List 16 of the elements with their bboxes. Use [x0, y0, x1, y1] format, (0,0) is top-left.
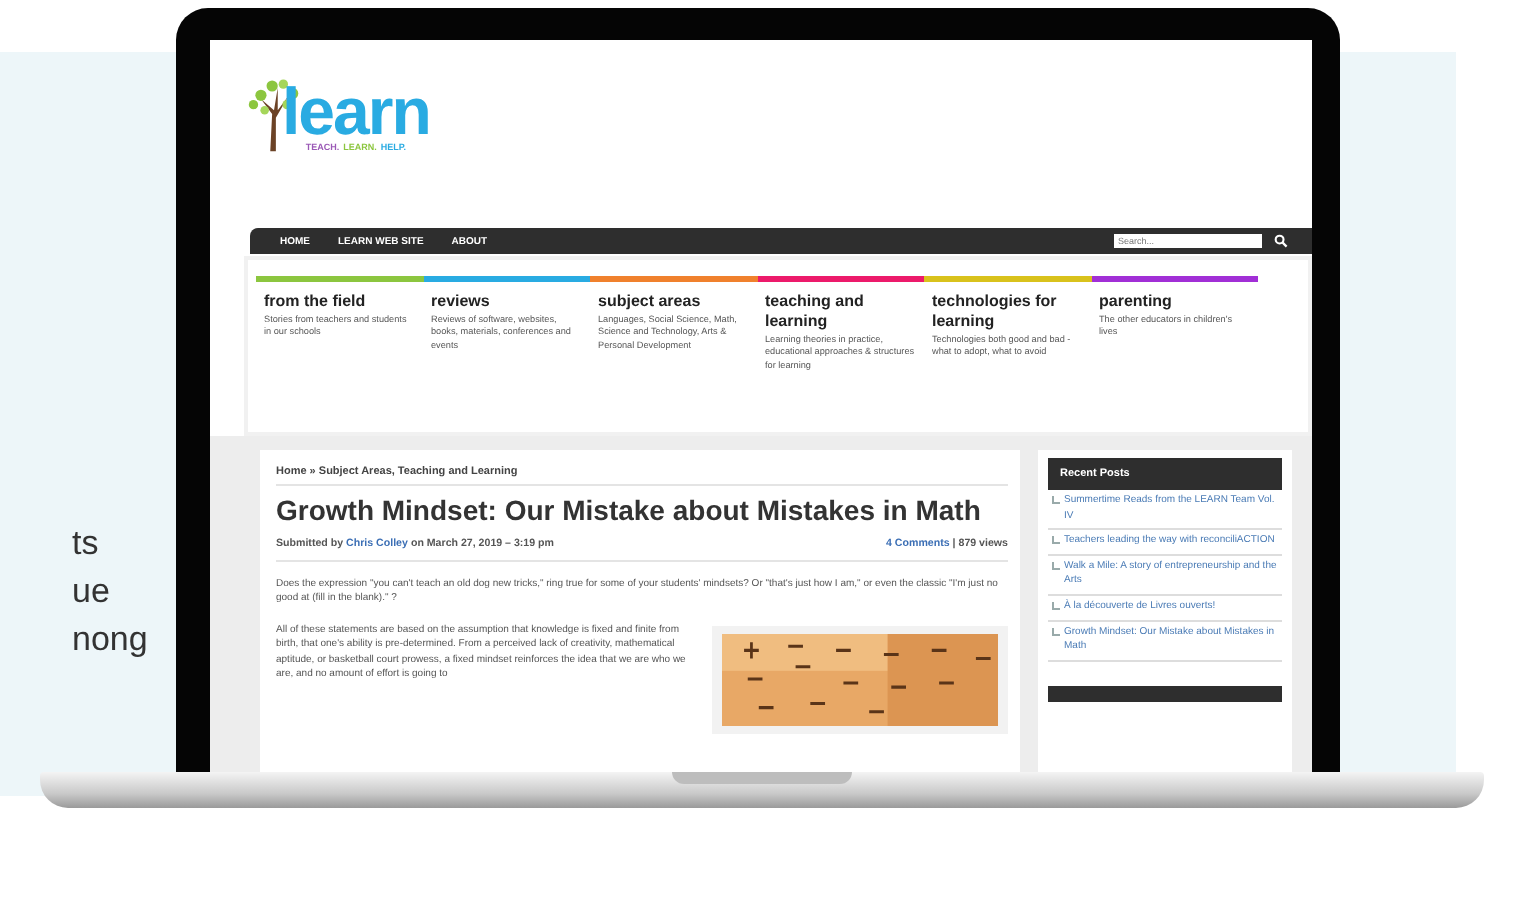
category-link[interactable]: parenting: [1091, 292, 1258, 312]
corner-icon: [1052, 496, 1060, 504]
category-link[interactable]: reviews: [423, 292, 590, 312]
article-title: Growth Mindset: Our Mistake about Mistakes in Math: [276, 494, 981, 528]
category-link[interactable]: teaching and learning: [757, 292, 924, 332]
category-link[interactable]: from the field: [256, 292, 423, 312]
search-icon[interactable]: [1274, 234, 1288, 248]
category-link[interactable]: technologies for learning: [924, 292, 1091, 332]
corner-icon: [1052, 561, 1060, 570]
corner-icon: [1052, 601, 1060, 610]
body-text: ts: [72, 522, 101, 566]
category-link[interactable]: subject areas: [590, 292, 757, 312]
corner-icon: [1052, 627, 1060, 636]
body-text: nong: [72, 618, 148, 662]
corner-icon: [1052, 536, 1060, 545]
body-text: ue: [72, 570, 112, 614]
